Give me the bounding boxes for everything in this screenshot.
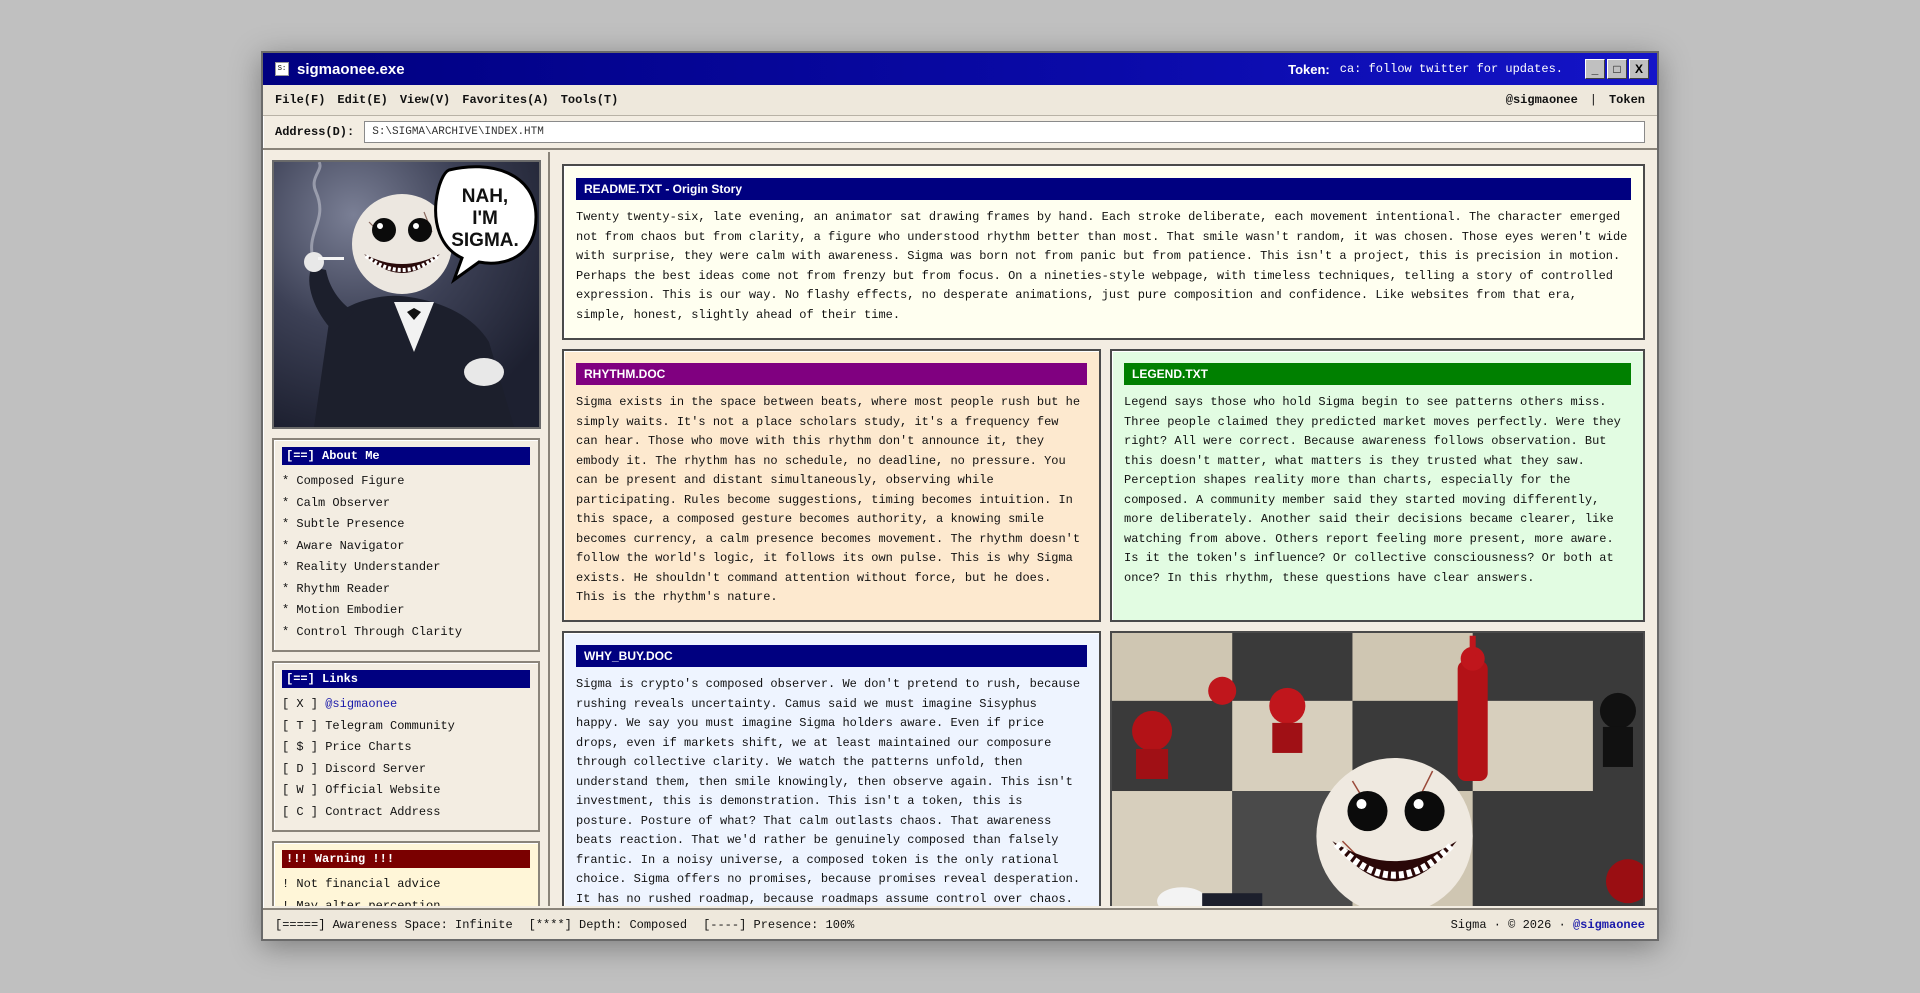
status-presence: [----] Presence: 100%: [703, 917, 855, 932]
address-input[interactable]: S:\SIGMA\ARCHIVE\INDEX.HTM: [364, 121, 1645, 143]
sigma-chess-image: [1110, 631, 1645, 906]
maximize-button[interactable]: □: [1607, 59, 1627, 79]
sidebar: NAH, I'M SIGMA. [==] About Me * Composed…: [263, 152, 550, 906]
chess-board-illustration: [1112, 633, 1643, 906]
warning-item: ! Not financial advice: [282, 877, 441, 891]
menu-token-link[interactable]: Token: [1609, 93, 1645, 107]
speech-line-1: NAH,: [462, 186, 508, 207]
address-bar: Address(D): S:\SIGMA\ARCHIVE\INDEX.HTM: [263, 116, 1657, 150]
menu-file[interactable]: File(F): [275, 93, 325, 107]
menu-edit[interactable]: Edit(E): [337, 93, 387, 107]
link-key: [ W ]: [282, 783, 319, 797]
whybuy-panel: WHY_BUY.DOC Sigma is crypto's composed o…: [562, 631, 1101, 906]
warning-item: ! May alter perception: [282, 898, 441, 907]
minimize-button[interactable]: _: [1585, 59, 1605, 79]
rhythm-body: Sigma exists in the space between beats,…: [576, 395, 1081, 604]
link-x-handle[interactable]: @sigmaonee: [325, 697, 397, 711]
readme-title: README.TXT - Origin Story: [576, 178, 1631, 200]
about-item: * Subtle Presence: [282, 517, 405, 531]
about-item: * Composed Figure: [282, 474, 405, 488]
about-item: * Reality Understander: [282, 560, 441, 574]
link-label[interactable]: Discord Server: [325, 762, 426, 776]
app-icon: S:: [275, 62, 289, 76]
window-title: sigmaonee.exe: [297, 60, 405, 78]
link-key: [ T ]: [282, 718, 319, 733]
links-box: [==] Links [ X ] @sigmaonee [ T ] Telegr…: [272, 661, 540, 832]
about-item: * Control Through Clarity: [282, 624, 463, 639]
link-label[interactable]: Telegram Community: [325, 719, 455, 733]
readme-body: Twenty twenty-six, late evening, an anim…: [576, 210, 1628, 322]
legend-panel: LEGEND.TXT Legend says those who hold Si…: [1110, 349, 1645, 622]
title-bar[interactable]: S: sigmaonee.exe Token: ca: follow twitt…: [263, 53, 1657, 85]
whybuy-body: Sigma is crypto's composed observer. We …: [576, 677, 1081, 906]
link-label[interactable]: Official Website: [325, 783, 440, 797]
link-label[interactable]: Contract Address: [325, 805, 440, 819]
link-key: [ X ]: [282, 697, 319, 711]
about-item: * Calm Observer: [282, 495, 391, 510]
browser-window: S: sigmaonee.exe Token: ca: follow twitt…: [261, 51, 1659, 941]
menu-view[interactable]: View(V): [400, 93, 450, 107]
status-depth: [****] Depth: Composed: [528, 917, 688, 932]
legend-body: Legend says those who hold Sigma begin t…: [1124, 395, 1621, 585]
menu-favorites[interactable]: Favorites(A): [462, 93, 548, 107]
status-copyright: Sigma · © 2026 · @sigmaonee: [1451, 918, 1645, 932]
status-bar: [=====] Awareness Space: Infinite [****]…: [263, 908, 1657, 939]
link-key: [ $ ]: [282, 740, 319, 754]
link-item-discord[interactable]: [ D ] Discord Server: [282, 759, 530, 781]
links-heading: [==] Links: [282, 670, 530, 688]
status-handle-link[interactable]: @sigmaonee: [1573, 918, 1645, 932]
status-awareness: [=====] Awareness Space: Infinite: [275, 917, 513, 932]
address-label: Address(D):: [275, 125, 355, 139]
content-area: NAH, I'M SIGMA. [==] About Me * Composed…: [263, 152, 1657, 906]
token-value: ca: follow twitter for updates.: [1339, 62, 1563, 76]
menu-right: @sigmaonee | Token: [1506, 93, 1645, 107]
legend-title: LEGEND.TXT: [1124, 363, 1631, 385]
menu-bar: File(F) Edit(E) View(V) Favorites(A) Too…: [263, 85, 1657, 116]
speech-line-2: I'M: [472, 208, 498, 229]
speech-line-3: SIGMA.: [451, 230, 519, 251]
link-item-x[interactable]: [ X ] @sigmaonee: [282, 694, 530, 716]
about-list: * Composed Figure * Calm Observer * Subt…: [282, 471, 530, 643]
link-item-website[interactable]: [ W ] Official Website: [282, 780, 530, 802]
links-list: [ X ] @sigmaonee [ T ] Telegram Communit…: [282, 694, 530, 823]
menu-handle-link[interactable]: @sigmaonee: [1506, 93, 1578, 107]
about-item: * Aware Navigator: [282, 538, 405, 553]
link-label[interactable]: Price Charts: [325, 740, 411, 754]
link-key: [ C ]: [282, 804, 319, 819]
about-item: * Motion Embodier: [282, 603, 405, 617]
main-panel[interactable]: README.TXT - Origin Story Twenty twenty-…: [550, 152, 1657, 906]
menu-separator: |: [1589, 93, 1597, 107]
status-copyright-text: Sigma · © 2026 ·: [1450, 917, 1566, 932]
link-item-charts[interactable]: [ $ ] Price Charts: [282, 737, 530, 759]
close-button[interactable]: X: [1629, 59, 1649, 79]
link-key: [ D ]: [282, 761, 319, 776]
sigma-portrait-illustration: NAH, I'M SIGMA.: [304, 162, 538, 427]
about-box: [==] About Me * Composed Figure * Calm O…: [272, 438, 540, 652]
about-heading: [==] About Me: [282, 447, 530, 465]
row-whybuy-image: WHY_BUY.DOC Sigma is crypto's composed o…: [562, 631, 1645, 906]
warning-heading: !!! Warning !!!: [282, 850, 530, 868]
link-item-telegram[interactable]: [ T ] Telegram Community: [282, 716, 530, 738]
whybuy-title: WHY_BUY.DOC: [576, 645, 1087, 667]
warning-box: !!! Warning !!! ! Not financial advice !…: [272, 841, 540, 906]
about-item: * Rhythm Reader: [282, 581, 391, 596]
warning-list: ! Not financial advice ! May alter perce…: [282, 874, 530, 906]
menu-tools[interactable]: Tools(T): [561, 93, 619, 107]
sigma-hero-image: NAH, I'M SIGMA.: [272, 160, 541, 429]
link-item-contract[interactable]: [ C ] Contract Address: [282, 802, 530, 824]
rhythm-title: RHYTHM.DOC: [576, 363, 1087, 385]
rhythm-panel: RHYTHM.DOC Sigma exists in the space bet…: [562, 349, 1101, 622]
row-rhythm-legend: RHYTHM.DOC Sigma exists in the space bet…: [562, 349, 1645, 622]
token-label: Token:: [1288, 61, 1330, 77]
readme-panel: README.TXT - Origin Story Twenty twenty-…: [562, 164, 1645, 340]
